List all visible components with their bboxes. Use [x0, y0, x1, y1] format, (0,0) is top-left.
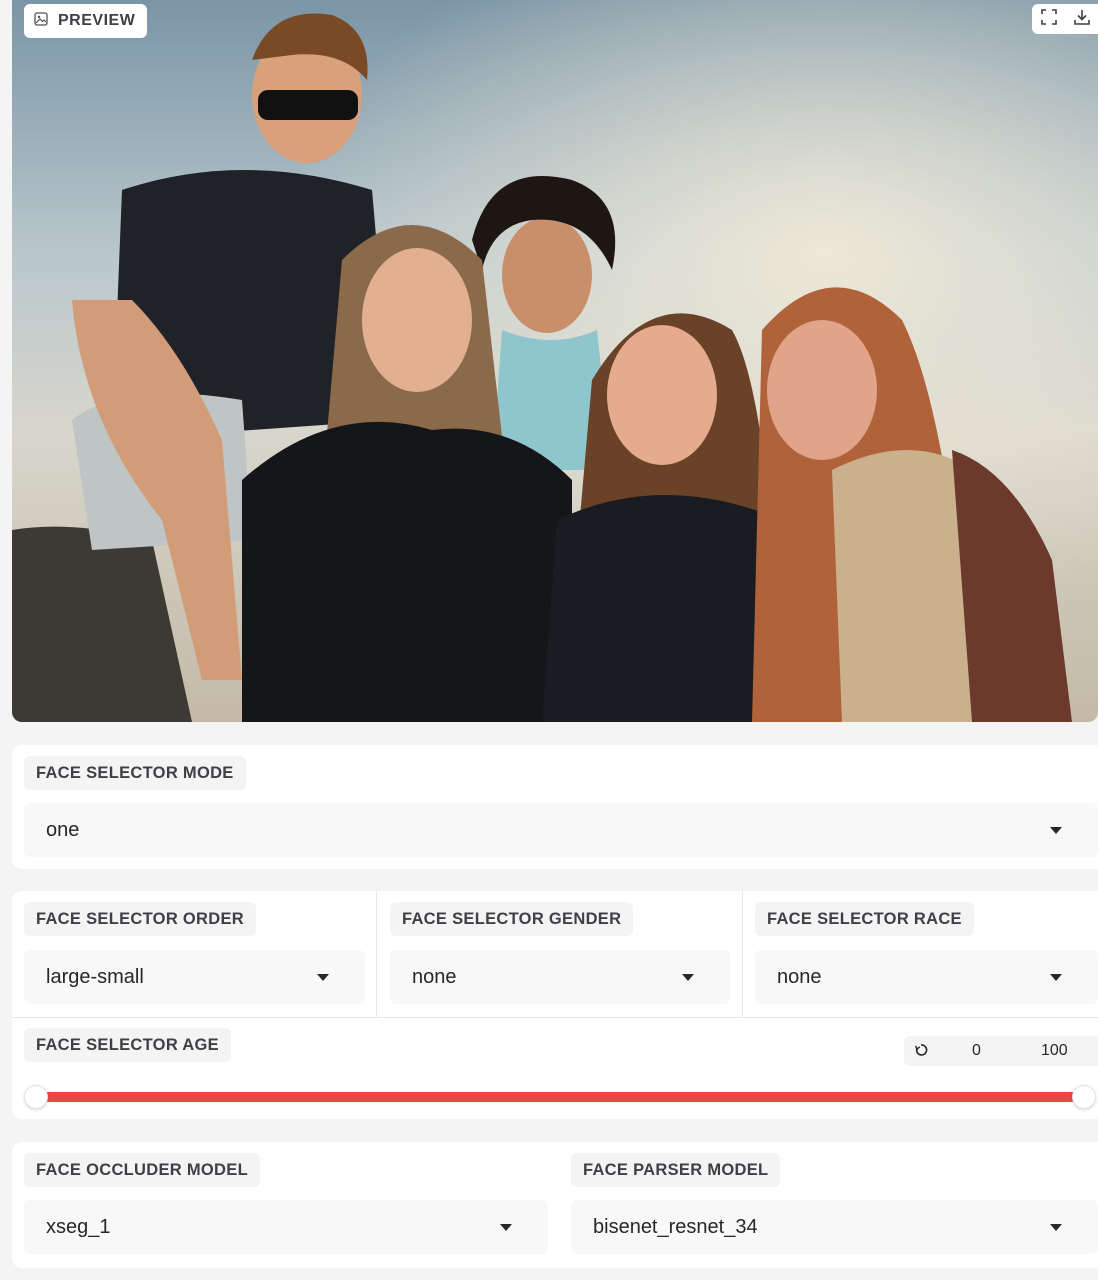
face-selector-age-label: FACE SELECTOR AGE — [24, 1028, 231, 1062]
preview-toolbar — [1032, 4, 1098, 34]
reset-icon[interactable] — [914, 1043, 928, 1062]
divider — [742, 891, 743, 1017]
face-occluder-model-dropdown[interactable]: xseg_1 — [24, 1200, 548, 1254]
preview-image — [12, 0, 1098, 722]
face-parser-model-value: bisenet_resnet_34 — [593, 1215, 758, 1238]
face-selector-order-label: FACE SELECTOR ORDER — [24, 902, 257, 936]
age-max-thumb[interactable] — [1072, 1085, 1096, 1109]
chevron-down-icon — [1050, 827, 1062, 834]
age-max-input[interactable]: 100 — [1041, 1042, 1068, 1060]
preview-label: PREVIEW — [24, 4, 148, 38]
face-selector-gender-label: FACE SELECTOR GENDER — [390, 902, 634, 936]
chevron-down-icon — [1050, 1224, 1062, 1231]
face-selector-mode-label: FACE SELECTOR MODE — [24, 756, 246, 790]
age-min-thumb[interactable] — [24, 1085, 48, 1109]
face-selector-mode-panel: FACE SELECTOR MODE one — [12, 745, 1098, 869]
group-photo — [12, 0, 1098, 722]
chevron-down-icon — [1050, 974, 1062, 981]
face-selector-race-label: FACE SELECTOR RACE — [755, 902, 974, 936]
age-range-track[interactable] — [36, 1092, 1086, 1102]
face-occluder-model-label: FACE OCCLUDER MODEL — [24, 1153, 260, 1187]
face-selector-race-dropdown[interactable]: none — [755, 950, 1098, 1004]
face-parser-model-dropdown[interactable]: bisenet_resnet_34 — [571, 1200, 1098, 1254]
download-icon[interactable] — [1073, 8, 1091, 31]
face-selector-options-panel: FACE SELECTOR ORDER large-small FACE SEL… — [12, 891, 1098, 1119]
age-min-input[interactable]: 0 — [972, 1042, 981, 1060]
preview-label-text: PREVIEW — [58, 12, 136, 29]
face-occluder-model-value: xseg_1 — [46, 1215, 111, 1238]
face-selector-gender-value: none — [412, 965, 457, 988]
face-selector-mode-dropdown[interactable]: one — [24, 803, 1098, 857]
image-icon — [34, 11, 48, 31]
divider — [12, 1017, 1098, 1018]
divider — [376, 891, 377, 1017]
fullscreen-icon[interactable] — [1040, 8, 1058, 31]
chevron-down-icon — [317, 974, 329, 981]
face-parser-model-label: FACE PARSER MODEL — [571, 1153, 781, 1187]
face-selector-age-controls: 0 100 — [904, 1036, 1098, 1066]
chevron-down-icon — [682, 974, 694, 981]
face-selector-order-value: large-small — [46, 965, 144, 988]
face-selector-order-dropdown[interactable]: large-small — [24, 950, 365, 1004]
face-selector-mode-value: one — [46, 818, 80, 841]
face-selector-gender-dropdown[interactable]: none — [390, 950, 730, 1004]
face-models-panel: FACE OCCLUDER MODEL xseg_1 FACE PARSER M… — [12, 1142, 1098, 1268]
chevron-down-icon — [500, 1224, 512, 1231]
face-selector-race-value: none — [777, 965, 822, 988]
